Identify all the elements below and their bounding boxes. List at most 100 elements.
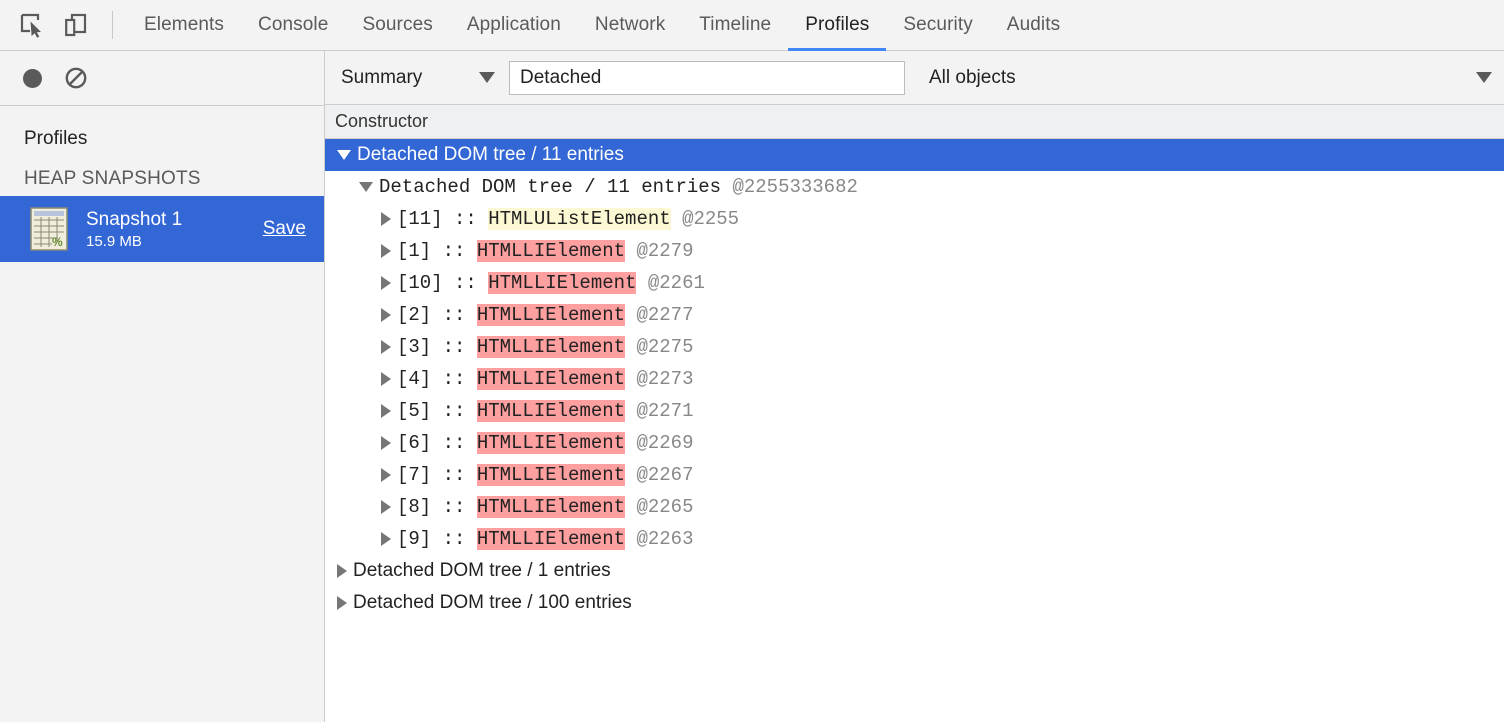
disclosure-triangle-closed-icon[interactable] — [381, 500, 391, 514]
row-label: [8] :: HTMLLIElement @2265 — [397, 496, 693, 518]
row-label: Detached DOM tree / 100 entries — [353, 592, 632, 614]
devtools-window: Elements Console Sources Application Net… — [0, 0, 1504, 722]
constructor-name-highlight-red: HTMLLIElement — [477, 496, 625, 518]
object-id: @2255 — [682, 208, 739, 230]
row-label: Detached DOM tree / 11 entries — [357, 144, 624, 166]
toolbar-divider — [112, 11, 113, 39]
table-row[interactable]: [1] :: HTMLLIElement @2279 — [325, 235, 1504, 267]
table-row[interactable]: [10] :: HTMLLIElement @2261 — [325, 267, 1504, 299]
chevron-down-icon — [479, 72, 495, 83]
table-row[interactable]: [2] :: HTMLLIElement @2277 — [325, 299, 1504, 331]
tab-sources-label: Sources — [362, 14, 432, 36]
svg-text:%: % — [52, 235, 63, 249]
row-text-segment: [1] :: — [397, 240, 477, 262]
tab-audits[interactable]: Audits — [990, 0, 1077, 51]
tab-network-label: Network — [595, 14, 665, 36]
disclosure-triangle-closed-icon[interactable] — [381, 212, 391, 226]
table-row[interactable]: [9] :: HTMLLIElement @2263 — [325, 523, 1504, 555]
row-text-segment — [625, 464, 636, 486]
record-icon — [23, 69, 42, 88]
object-id: @2261 — [648, 272, 705, 294]
row-text-segment — [625, 240, 636, 262]
object-id: @2271 — [636, 400, 693, 422]
disclosure-triangle-closed-icon[interactable] — [381, 436, 391, 450]
disclosure-triangle-closed-icon[interactable] — [337, 564, 347, 578]
row-text-segment: [10] :: — [397, 272, 488, 294]
row-text-segment: [11] :: — [397, 208, 488, 230]
objects-scope-select[interactable]: All objects — [915, 59, 1504, 97]
table-row[interactable]: [4] :: HTMLLIElement @2273 — [325, 363, 1504, 395]
constructor-name-highlight-red: HTMLLIElement — [477, 400, 625, 422]
inspect-element-icon[interactable] — [10, 3, 54, 47]
sidebar-title: Profiles — [0, 106, 324, 150]
row-text-segment: Detached DOM tree / 100 entries — [353, 592, 632, 613]
row-text-segment: [4] :: — [397, 368, 477, 390]
row-text-segment — [625, 400, 636, 422]
row-text-segment: Detached DOM tree / 11 entries — [357, 144, 624, 165]
disclosure-triangle-closed-icon[interactable] — [381, 404, 391, 418]
object-id: @2255333682 — [732, 176, 857, 198]
tab-sources[interactable]: Sources — [345, 0, 449, 51]
row-label: [1] :: HTMLLIElement @2279 — [397, 240, 693, 262]
table-row[interactable]: Detached DOM tree / 1 entries — [325, 555, 1504, 587]
chevron-down-icon-2 — [1476, 72, 1492, 83]
object-id: @2275 — [636, 336, 693, 358]
table-row[interactable]: [7] :: HTMLLIElement @2267 — [325, 459, 1504, 491]
row-text-segment — [636, 272, 647, 294]
profiles-sidebar-toolbar — [0, 51, 324, 106]
tab-security[interactable]: Security — [886, 0, 989, 51]
record-button[interactable] — [10, 56, 54, 100]
table-row[interactable]: [6] :: HTMLLIElement @2269 — [325, 427, 1504, 459]
tab-network[interactable]: Network — [578, 0, 682, 51]
disclosure-triangle-closed-icon[interactable] — [381, 372, 391, 386]
disclosure-triangle-closed-icon[interactable] — [381, 340, 391, 354]
constructor-name-highlight-red: HTMLLIElement — [477, 528, 625, 550]
tab-profiles[interactable]: Profiles — [788, 0, 886, 51]
clear-button[interactable] — [54, 56, 98, 100]
disclosure-triangle-open-icon[interactable] — [359, 182, 373, 192]
tab-timeline[interactable]: Timeline — [682, 0, 788, 51]
heap-profiler-toolbar: Summary All objects — [325, 51, 1504, 105]
row-text-segment: [6] :: — [397, 432, 477, 454]
snapshot-text-group: Snapshot 1 15.9 MB — [86, 208, 253, 251]
sidebar-item-snapshot-1[interactable]: % Snapshot 1 15.9 MB Save — [0, 196, 324, 262]
constructor-name-highlight-red: HTMLLIElement — [477, 304, 625, 326]
save-snapshot-link[interactable]: Save — [253, 218, 306, 240]
row-text-segment: Detached DOM tree / 1 entries — [353, 560, 611, 581]
table-row[interactable]: [5] :: HTMLLIElement @2271 — [325, 395, 1504, 427]
table-row[interactable]: Detached DOM tree / 11 entries — [325, 139, 1504, 171]
disclosure-triangle-closed-icon[interactable] — [337, 596, 347, 610]
disclosure-triangle-closed-icon[interactable] — [381, 244, 391, 258]
disclosure-triangle-closed-icon[interactable] — [381, 276, 391, 290]
row-text-segment — [625, 432, 636, 454]
disclosure-triangle-closed-icon[interactable] — [381, 532, 391, 546]
table-row[interactable]: Detached DOM tree / 11 entries @22553336… — [325, 171, 1504, 203]
constructor-name-highlight-red: HTMLLIElement — [477, 432, 625, 454]
table-row[interactable]: Detached DOM tree / 100 entries — [325, 587, 1504, 619]
row-label: [2] :: HTMLLIElement @2277 — [397, 304, 693, 326]
row-text-segment: [7] :: — [397, 464, 477, 486]
table-row[interactable]: [8] :: HTMLLIElement @2265 — [325, 491, 1504, 523]
object-id: @2269 — [636, 432, 693, 454]
row-text-segment: [3] :: — [397, 336, 477, 358]
table-row[interactable]: [11] :: HTMLUListElement @2255 — [325, 203, 1504, 235]
view-mode-select[interactable]: Summary — [325, 59, 505, 97]
row-label: [3] :: HTMLLIElement @2275 — [397, 336, 693, 358]
class-filter-input[interactable] — [509, 61, 905, 95]
disclosure-triangle-closed-icon[interactable] — [381, 308, 391, 322]
heap-profiler-panel: Summary All objects Constructor Detached… — [325, 51, 1504, 722]
table-row[interactable]: [3] :: HTMLLIElement @2275 — [325, 331, 1504, 363]
devtools-body: Profiles HEAP SNAPSHOTS — [0, 51, 1504, 722]
tab-application[interactable]: Application — [450, 0, 578, 51]
snapshot-size: 15.9 MB — [86, 232, 253, 251]
tab-elements[interactable]: Elements — [127, 0, 241, 51]
object-id: @2267 — [636, 464, 693, 486]
tab-console[interactable]: Console — [241, 0, 345, 51]
heap-snapshot-grid[interactable]: Detached DOM tree / 11 entriesDetached D… — [325, 139, 1504, 722]
device-toolbar-icon[interactable] — [54, 3, 98, 47]
disclosure-triangle-closed-icon[interactable] — [381, 468, 391, 482]
disclosure-triangle-open-icon[interactable] — [337, 150, 351, 160]
row-label: [7] :: HTMLLIElement @2267 — [397, 464, 693, 486]
row-text-segment: Detached DOM tree / 11 entries — [379, 176, 732, 198]
tab-console-label: Console — [258, 14, 328, 36]
